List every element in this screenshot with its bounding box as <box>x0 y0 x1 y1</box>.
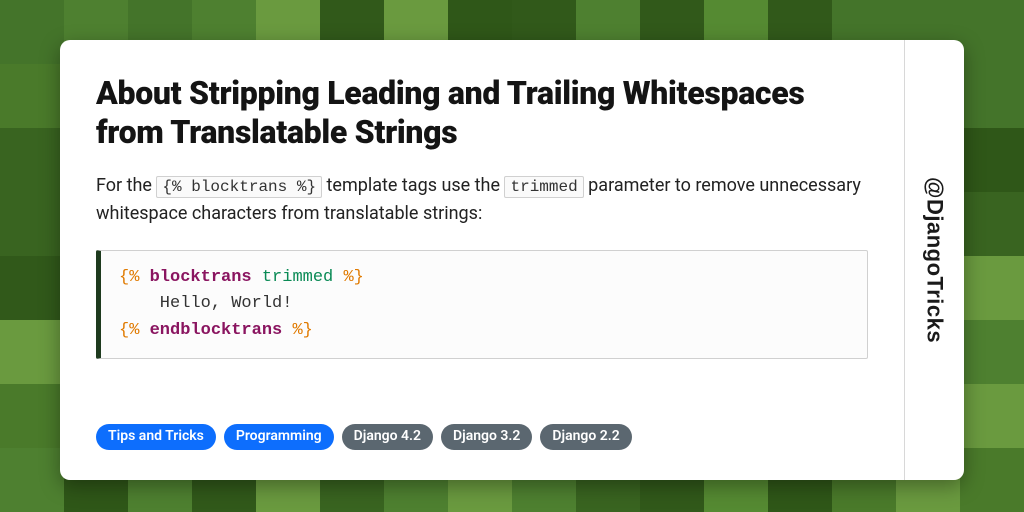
tag-pill[interactable]: Django 4.2 <box>342 424 433 450</box>
tag-row: Tips and Tricks Programming Django 4.2 Djan… <box>96 424 868 450</box>
content-card: About Stripping Leading and Trailing Whi… <box>60 40 964 480</box>
code-block: {% blocktrans trimmed %} Hello, World! {… <box>96 250 868 359</box>
code-token: %} <box>292 321 312 340</box>
desc-text: template tags use the <box>322 175 504 196</box>
author-handle: @DjangoTricks <box>922 177 948 343</box>
code-token: {% <box>119 268 139 287</box>
code-token: {% <box>119 321 139 340</box>
code-token: %} <box>343 268 363 287</box>
code-token: trimmed <box>262 268 333 287</box>
code-token: blocktrans <box>150 268 252 287</box>
tag-pill[interactable]: Tips and Tricks <box>96 424 216 450</box>
tag-pill[interactable]: Django 2.2 <box>540 424 631 450</box>
desc-text: For the <box>96 175 156 196</box>
post-description: For the {% blocktrans %} template tags u… <box>96 172 868 228</box>
post-title: About Stripping Leading and Trailing Whi… <box>96 74 868 152</box>
inline-code-trimmed: trimmed <box>504 176 583 198</box>
inline-code-blocktrans: {% blocktrans %} <box>156 176 322 198</box>
tag-pill[interactable]: Django 3.2 <box>441 424 532 450</box>
card-main: About Stripping Leading and Trailing Whi… <box>60 40 904 480</box>
code-token: Hello, World! <box>119 294 292 313</box>
card-side: @DjangoTricks <box>904 40 964 480</box>
code-token: endblocktrans <box>150 321 283 340</box>
tag-pill[interactable]: Programming <box>224 424 334 450</box>
